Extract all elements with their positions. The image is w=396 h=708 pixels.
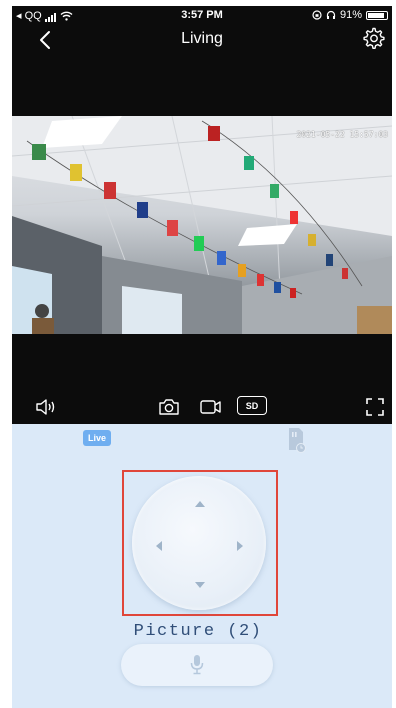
sd-card-playback-icon[interactable] (285, 426, 307, 454)
live-tab[interactable]: Live (83, 430, 111, 446)
pan-right-arrow-icon[interactable] (237, 541, 243, 551)
camera-feed-image (12, 116, 392, 334)
fullscreen-icon[interactable] (365, 396, 385, 418)
sd-quality-button[interactable]: SD (237, 396, 267, 415)
battery-percent: 91% (339, 9, 362, 21)
gear-icon[interactable] (362, 26, 386, 50)
camera-feed[interactable]: 2021-05-22 15:57:03 (12, 116, 392, 334)
battery-icon (366, 10, 388, 20)
status-bar: ◂ QQ 3:57 PM 91% (12, 6, 392, 26)
pan-left-arrow-icon[interactable] (156, 541, 162, 551)
video-timestamp: 2021-05-22 15:57:03 (296, 130, 388, 139)
talk-button[interactable] (121, 644, 273, 686)
video-controls: SD (12, 396, 392, 420)
camera-snapshot-icon[interactable] (158, 396, 180, 418)
picture-count-label: Picture (2) (133, 622, 263, 641)
pan-down-arrow-icon[interactable] (195, 582, 205, 588)
headphones-icon (326, 10, 336, 19)
microphone-icon (190, 655, 204, 675)
status-right: 91% (312, 9, 388, 21)
page-title: Living (181, 30, 223, 47)
camera-view-area: ◂ QQ 3:57 PM 91% Living 2021-05-22 15:57… (12, 6, 392, 424)
pan-up-arrow-icon[interactable] (195, 501, 205, 507)
video-record-icon[interactable] (199, 396, 223, 418)
speaker-icon[interactable] (34, 396, 58, 418)
nav-bar: Living (12, 26, 392, 56)
ptz-direction-pad (132, 476, 266, 610)
rotation-lock-icon (312, 10, 322, 20)
